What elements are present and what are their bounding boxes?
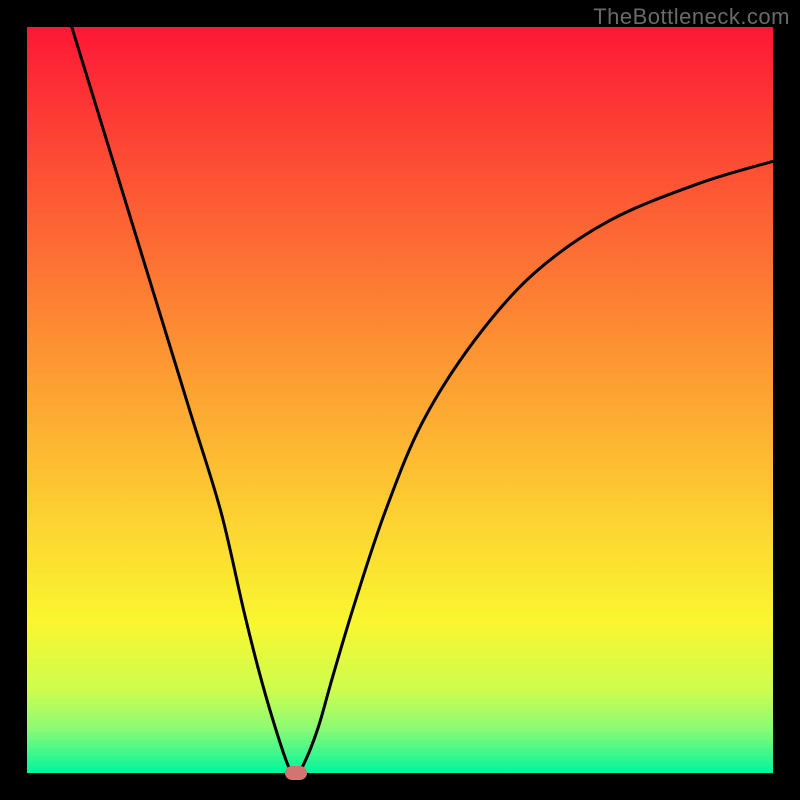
bottleneck-curve xyxy=(27,27,773,773)
plot-area xyxy=(27,27,773,773)
chart-frame: TheBottleneck.com xyxy=(0,0,800,800)
watermark-text: TheBottleneck.com xyxy=(593,4,790,30)
min-marker xyxy=(285,766,307,780)
